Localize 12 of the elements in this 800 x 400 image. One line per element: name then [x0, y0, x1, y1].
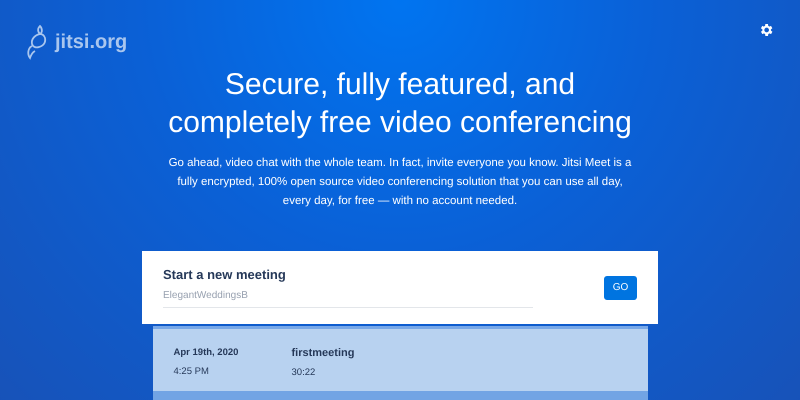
room-name-field[interactable]: ElegantWeddingsB: [163, 290, 533, 308]
recent-meeting-item[interactable]: Apr 19th, 2020 4:25 PM firstmeeting 30:22: [152, 326, 648, 391]
settings-icon[interactable]: [758, 22, 774, 38]
meeting-duration: 30:22: [292, 367, 316, 378]
meeting-name: firstmeeting: [292, 347, 354, 359]
description: Go ahead, video chat with the whole team. In fact, invite everyone you know. Jitsi Meet is a fully encrypted, 100% open source video conferencing solution that you can use all day, every day, for free — with no account needed.: [168, 156, 632, 209]
page-title: Secure, fully featured, and completely free video conferencing: [168, 67, 632, 141]
logo-text: jitsi.org: [55, 30, 128, 54]
meeting-time: 4:25 PM: [174, 366, 210, 377]
go-button[interactable]: GO: [604, 276, 637, 300]
meeting-date: Apr 19th, 2020: [174, 347, 240, 358]
card-title: Start a new meeting: [163, 267, 287, 282]
